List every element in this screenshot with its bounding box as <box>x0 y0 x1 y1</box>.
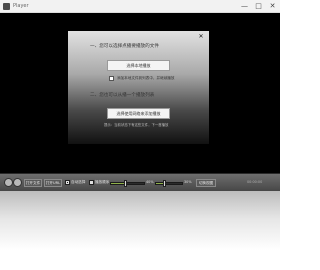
open-media-dialog: ✕ 一、您可以选择点播要播放的文件 选择本地播放 添加本地文件到列表中，并继续播… <box>68 31 209 144</box>
add-to-list-label: 添加本地文件到列表中，并继续播放 <box>117 76 175 80</box>
app-icon <box>3 3 10 10</box>
volume-slider[interactable] <box>155 180 183 187</box>
progress-slider[interactable] <box>110 180 145 187</box>
dialog-hint-text: 提示：当前状态下有这些文件，下一首播放 <box>104 123 169 127</box>
progress-percent: 40% <box>146 180 154 184</box>
auto-select-label: 自动选择 <box>71 180 86 184</box>
volume-percent: 30% <box>184 180 192 184</box>
auto-select-checkbox[interactable] <box>65 180 70 185</box>
title-bar: Player — □ ✕ <box>0 0 280 13</box>
dialog-close-icon[interactable]: ✕ <box>196 33 206 41</box>
control-bar: 打开文件 打开URL 自动选择 播放顺序 40% 30% 切换视图 00:00:… <box>0 173 280 191</box>
time-display: 00:00:00 <box>247 180 263 184</box>
add-to-list-checkbox[interactable] <box>109 76 114 81</box>
open-url-button[interactable]: 打开URL <box>44 179 62 187</box>
switch-view-button[interactable]: 切换视图 <box>196 179 216 187</box>
player-window: Player — □ ✕ ✕ 一、您可以选择点播要播放的文件 选择本地播放 添加… <box>0 0 280 270</box>
local-section-heading: 一、您可以选择点播要播放的文件 <box>90 44 159 49</box>
maximize-button[interactable]: □ <box>252 0 265 12</box>
play-order-label: 播放顺序 <box>95 180 110 184</box>
open-network-button[interactable]: 选择使用网络来添加播放 <box>107 108 170 119</box>
minimize-button[interactable]: — <box>238 0 251 12</box>
progress-knob[interactable] <box>124 180 127 187</box>
progress-fill <box>111 183 125 184</box>
close-window-button[interactable]: ✕ <box>266 0 279 12</box>
volume-knob[interactable] <box>163 180 166 187</box>
window-title: Player <box>13 3 29 9</box>
volume-icon[interactable] <box>13 178 22 187</box>
network-section-heading: 二、您也可以从播一个播放列表 <box>90 93 155 98</box>
play-order-checkbox[interactable] <box>89 180 94 185</box>
open-local-button[interactable]: 选择本地播放 <box>107 60 170 71</box>
player-logo-icon <box>4 178 13 187</box>
open-file-button[interactable]: 打开文件 <box>24 179 42 187</box>
window-reflection <box>0 191 280 270</box>
